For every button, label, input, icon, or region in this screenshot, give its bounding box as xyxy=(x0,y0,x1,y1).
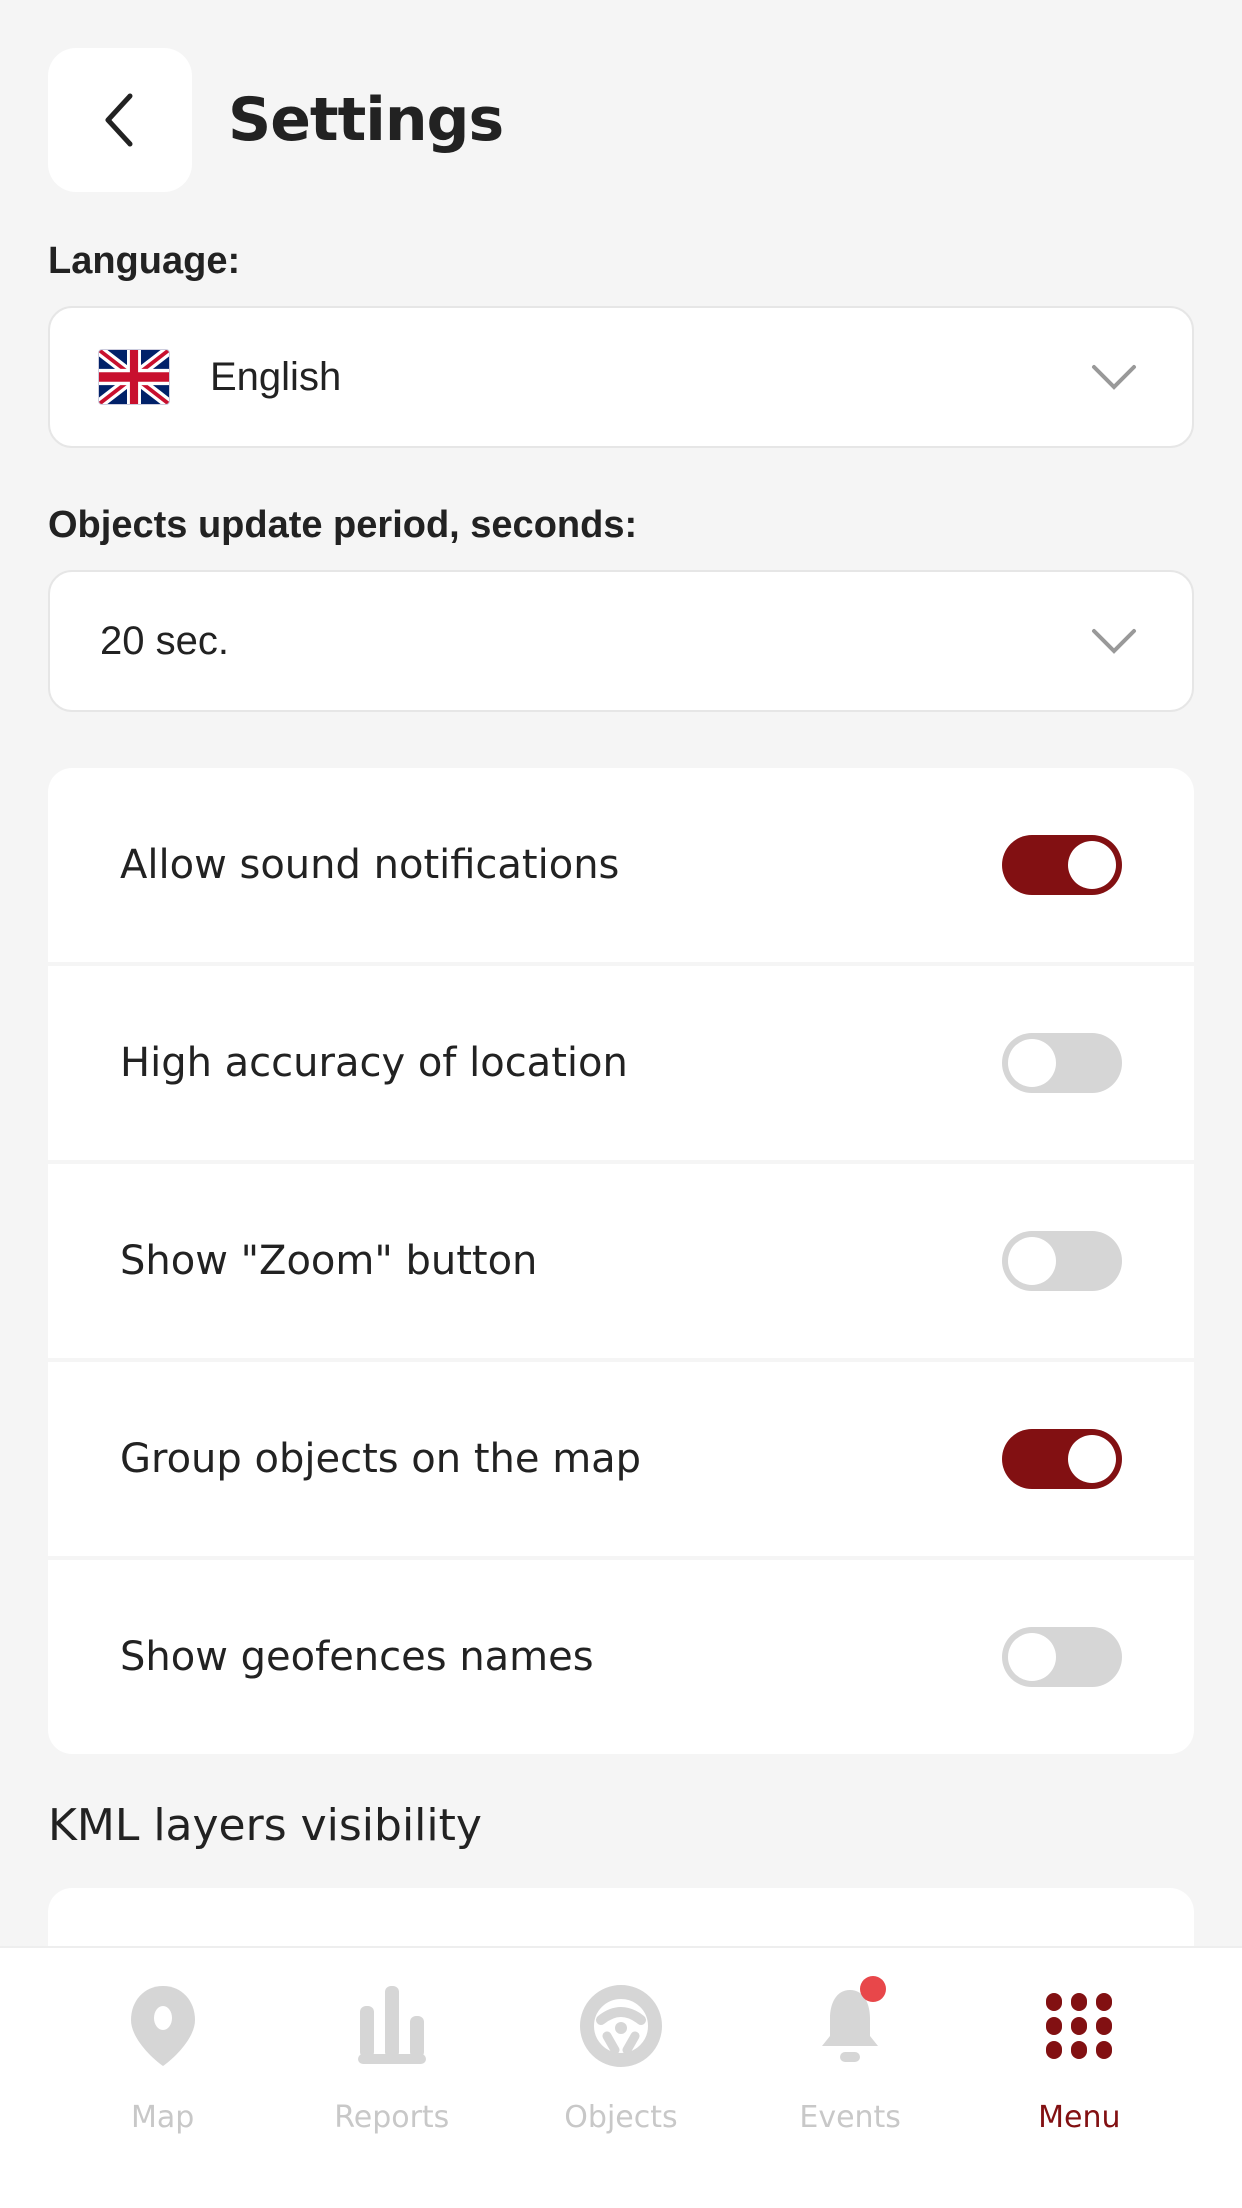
tab-label: Menu xyxy=(1038,2100,1121,2135)
switch-knob xyxy=(1008,1237,1056,1285)
language-value: English xyxy=(210,354,342,399)
tab-label: Events xyxy=(799,2100,901,2135)
tab-label: Reports xyxy=(334,2100,450,2135)
toggle-list: Allow sound notifications High accuracy … xyxy=(48,768,1194,1754)
geofences-names-switch[interactable] xyxy=(1002,1627,1122,1687)
steering-wheel-icon xyxy=(571,1976,671,2076)
bell-icon xyxy=(800,1976,900,2076)
tab-map[interactable]: Map xyxy=(63,1948,263,2208)
language-select[interactable]: English xyxy=(48,306,1194,448)
tab-label: Map xyxy=(130,2100,195,2135)
tab-reports[interactable]: Reports xyxy=(292,1948,492,2208)
toggle-row-geofences-names: Show geofences names xyxy=(48,1560,1194,1754)
chevron-down-icon xyxy=(1092,365,1136,390)
update-period-select[interactable]: 20 sec. xyxy=(48,570,1194,712)
bottom-tab-bar: Map Reports Objects Events Menu xyxy=(0,1946,1242,2208)
tab-label: Objects xyxy=(564,2100,678,2135)
switch-knob xyxy=(1008,1633,1056,1681)
update-period-label: Objects update period, seconds: xyxy=(48,504,638,546)
toggle-row-group-objects: Group objects on the map xyxy=(48,1362,1194,1556)
switch-knob xyxy=(1008,1039,1056,1087)
group-objects-switch[interactable] xyxy=(1002,1429,1122,1489)
map-pin-icon xyxy=(113,1976,213,2076)
toggle-label: High accuracy of location xyxy=(120,1040,628,1086)
toggle-label: Group objects on the map xyxy=(120,1436,642,1482)
high-accuracy-switch[interactable] xyxy=(1002,1033,1122,1093)
page-title: Settings xyxy=(228,85,504,155)
sound-notifications-switch[interactable] xyxy=(1002,835,1122,895)
bar-chart-icon xyxy=(342,1976,442,2076)
kml-layers-card xyxy=(48,1888,1194,1948)
back-button[interactable] xyxy=(48,48,192,192)
switch-knob xyxy=(1068,841,1116,889)
grid-menu-icon xyxy=(1029,1976,1129,2076)
kml-section-title: KML layers visibility xyxy=(48,1800,482,1851)
tab-objects[interactable]: Objects xyxy=(521,1948,721,2208)
language-label: Language: xyxy=(48,240,241,282)
toggle-label: Allow sound notifications xyxy=(120,842,620,888)
uk-flag-icon xyxy=(98,349,170,405)
toggle-row-high-accuracy: High accuracy of location xyxy=(48,966,1194,1160)
zoom-button-switch[interactable] xyxy=(1002,1231,1122,1291)
chevron-left-icon xyxy=(105,93,133,147)
toggle-row-sound-notifications: Allow sound notifications xyxy=(48,768,1194,962)
tab-events[interactable]: Events xyxy=(750,1948,950,2208)
toggle-label: Show geofences names xyxy=(120,1634,594,1680)
update-period-value: 20 sec. xyxy=(100,618,229,663)
chevron-down-icon xyxy=(1092,629,1136,654)
toggle-row-zoom-button: Show "Zoom" button xyxy=(48,1164,1194,1358)
notification-badge xyxy=(860,1976,887,2002)
toggle-label: Show "Zoom" button xyxy=(120,1238,538,1284)
tab-menu[interactable]: Menu xyxy=(979,1948,1179,2208)
switch-knob xyxy=(1068,1435,1116,1483)
header: Settings xyxy=(48,48,504,192)
